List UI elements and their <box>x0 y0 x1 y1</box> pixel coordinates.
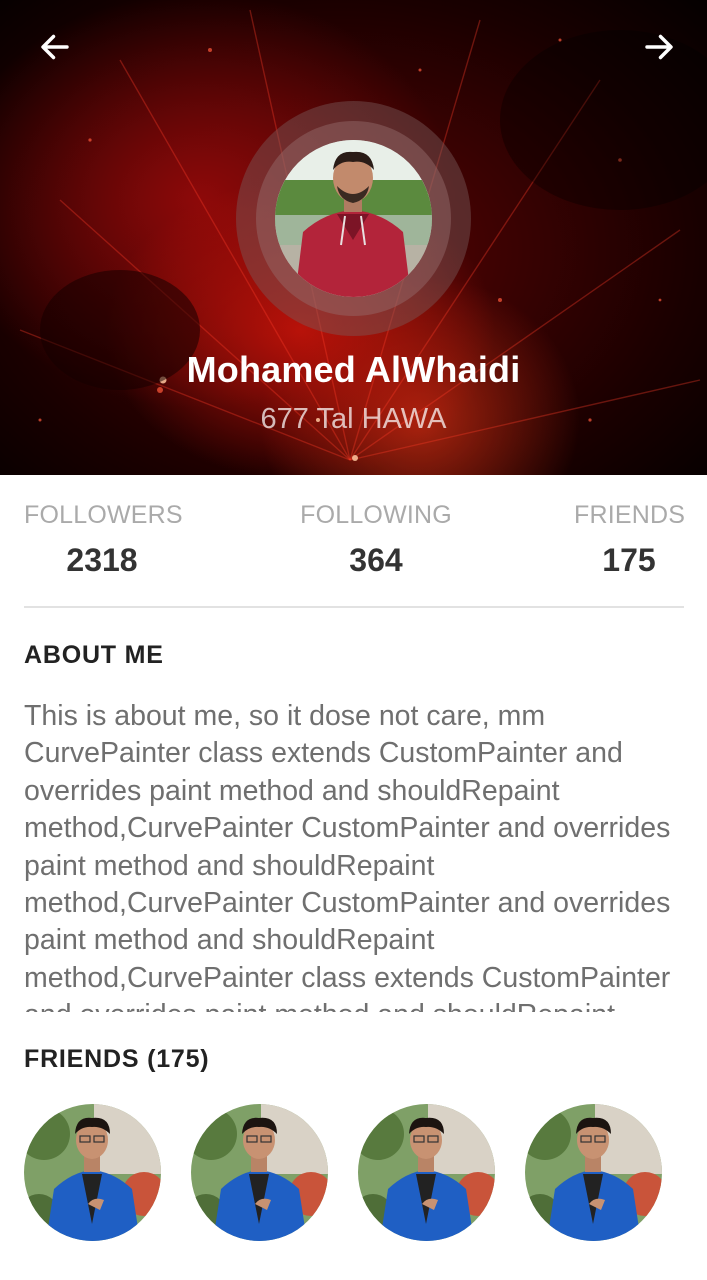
stat-value: 2318 <box>66 542 138 578</box>
friend-avatar[interactable] <box>525 1104 662 1241</box>
stat-value: 175 <box>602 542 656 578</box>
profile-screen: Mohamed AlWhaidi 677 Tal HAWA FOLLOWERS … <box>0 0 707 1280</box>
stats-bar: FOLLOWERS 2318 FOLLOWING 364 FRIENDS 175 <box>24 475 686 608</box>
friends-title: FRIENDS (175) <box>24 1045 210 1073</box>
profile-location: 677 Tal HAWA <box>260 403 447 435</box>
about-text: This is about me, so it dose not care, m… <box>24 700 671 1012</box>
arrow-right-icon <box>645 34 673 60</box>
profile-header: Mohamed AlWhaidi 677 Tal HAWA <box>0 0 707 475</box>
friend-photo <box>358 1104 495 1241</box>
friend-photo <box>525 1104 662 1241</box>
stat-following[interactable]: FOLLOWING 364 <box>300 500 452 580</box>
friend-avatar[interactable] <box>24 1104 161 1241</box>
about-title: ABOUT ME <box>24 641 164 669</box>
stat-followers[interactable]: FOLLOWERS 2318 <box>24 500 183 580</box>
forward-button[interactable] <box>637 25 681 69</box>
stat-label: FOLLOWERS <box>24 501 183 529</box>
stat-friends[interactable]: FRIENDS 175 <box>574 500 686 580</box>
friend-avatar[interactable] <box>191 1104 328 1241</box>
stat-value: 364 <box>349 542 403 578</box>
profile-photo <box>275 140 432 297</box>
friend-photo <box>24 1104 161 1241</box>
stat-label: FRIENDS <box>574 501 686 529</box>
profile-name: Mohamed AlWhaidi <box>186 349 521 390</box>
friend-photo <box>191 1104 328 1241</box>
stat-label: FOLLOWING <box>300 501 452 529</box>
arrow-left-icon <box>41 34 69 60</box>
back-button[interactable] <box>33 25 77 69</box>
friend-avatar[interactable] <box>358 1104 495 1241</box>
profile-avatar[interactable] <box>275 140 432 297</box>
